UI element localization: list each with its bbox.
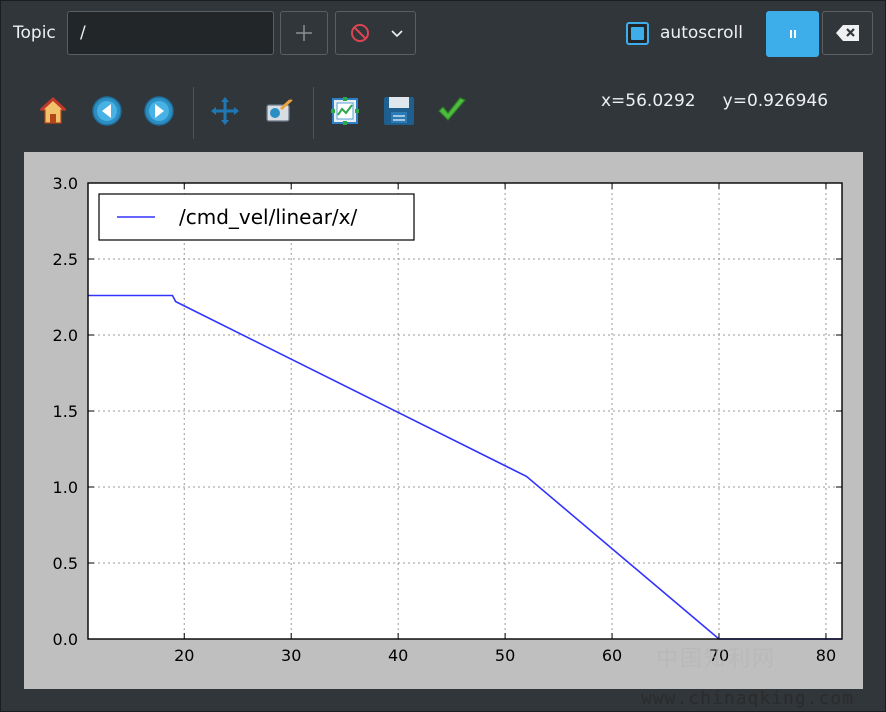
y-tick-label: 1.5 [53, 402, 78, 421]
topic-input[interactable] [67, 11, 274, 55]
legend-label: /cmd_vel/linear/x/ [179, 205, 357, 229]
remove-topic-dropdown[interactable] [335, 11, 416, 55]
x-tick-label: 20 [174, 646, 194, 665]
pan-icon [211, 97, 239, 125]
chevron-down-icon [391, 30, 403, 38]
y-tick-label: 3.0 [53, 174, 78, 193]
add-topic-button[interactable] [280, 11, 328, 55]
edit-curves-icon [438, 97, 466, 121]
coord-x: x=56.0292 [601, 91, 696, 111]
backspace-icon [835, 25, 859, 41]
home-icon [39, 96, 67, 124]
zoom-tool-button[interactable] [259, 91, 299, 131]
x-tick-label: 30 [281, 646, 301, 665]
forward-tool-button[interactable] [139, 91, 179, 131]
line-chart: 20 30 40 50 60 70 800.00.51.01.52.02.53.0/cmd_… [53, 174, 843, 665]
y-tick-label: 0.5 [53, 554, 78, 573]
forward-icon [144, 96, 174, 126]
pause-icon [789, 30, 796, 38]
back-tool-button[interactable] [87, 91, 127, 131]
x-tick-label: 50 [495, 646, 515, 665]
y-tick-label: 0.0 [53, 630, 78, 649]
pan-tool-button[interactable] [205, 91, 245, 131]
subplots-tool-button[interactable] [325, 91, 365, 131]
x-tick-label: 40 [388, 646, 408, 665]
autoscroll-checkbox[interactable] [626, 22, 649, 45]
watermark-url: www.chinaqking.com [641, 688, 855, 709]
rqt-plot-window: Topic autoscroll [0, 0, 886, 712]
pause-button[interactable] [766, 11, 819, 57]
toolbar-separator [313, 87, 314, 139]
save-tool-button[interactable] [379, 91, 419, 131]
zoom-to-rect-icon [266, 97, 294, 122]
x-tick-label: 80 [816, 646, 836, 665]
coord-y: y=0.926946 [722, 91, 829, 111]
y-tick-label: 1.0 [53, 478, 78, 497]
home-tool-button[interactable] [33, 91, 73, 131]
y-tick-label: 2.0 [53, 326, 78, 345]
x-tick-label: 60 [602, 646, 622, 665]
autoscroll-label: autoscroll [660, 23, 743, 43]
clear-plot-button[interactable] [822, 11, 873, 55]
plus-icon [296, 25, 312, 41]
plot-canvas[interactable]: 20 30 40 50 60 70 80 0.0 0.5 1.0 1.5 2.0 2.5 3.0/cmd_… [24, 152, 863, 689]
watermark-text: 中国知利网 [656, 647, 777, 672]
checkbox-fill [631, 27, 644, 40]
edit-curves-tool-button[interactable] [432, 91, 472, 131]
prohibit-icon [351, 24, 369, 42]
save-icon [384, 97, 414, 125]
toolbar-separator [193, 87, 194, 139]
topic-label: Topic [13, 23, 56, 43]
back-icon [92, 96, 122, 126]
cursor-coordinates: x=56.0292 y=0.926946 [601, 91, 828, 111]
subplots-config-icon [331, 97, 359, 125]
y-tick-label: 2.5 [53, 250, 78, 269]
